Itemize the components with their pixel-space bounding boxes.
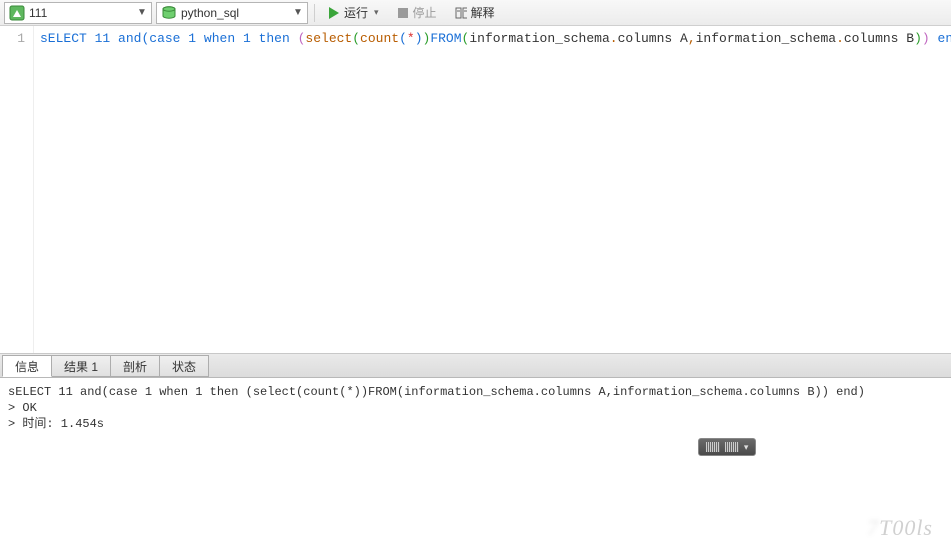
result-tabs: 信息 结果 1 剖析 状态 (0, 354, 951, 378)
run-button[interactable]: 运行 ▾ (321, 2, 386, 24)
database-icon (161, 5, 177, 21)
tab-result[interactable]: 结果 1 (51, 355, 111, 377)
database-value: python_sql (181, 6, 291, 20)
chevron-down-icon: ▾ (744, 442, 749, 453)
chevron-down-icon: ▼ (135, 7, 149, 18)
output-time: > 时间: 1.454s (8, 417, 104, 431)
stop-icon (397, 7, 409, 19)
stop-button[interactable]: 停止 (390, 2, 444, 24)
output-query: sELECT 11 and(case 1 when 1 then (select… (8, 385, 865, 399)
tab-status[interactable]: 状态 (159, 355, 209, 377)
output-panel[interactable]: sELECT 11 and(case 1 when 1 then (select… (0, 378, 951, 547)
line-number: 1 (0, 30, 25, 48)
database-selector[interactable]: python_sql ▼ (156, 2, 308, 24)
stop-label: 停止 (413, 4, 437, 21)
line-gutter: 1 (0, 26, 34, 353)
keyboard-icon (706, 442, 720, 452)
tab-profile[interactable]: 剖析 (110, 355, 160, 377)
explain-button[interactable]: 解释 (448, 2, 502, 24)
connection-selector[interactable]: 111 ▼ (4, 2, 152, 24)
chevron-down-icon: ▾ (374, 7, 379, 18)
explain-icon (455, 7, 467, 19)
tab-info[interactable]: 信息 (2, 355, 52, 377)
connection-icon (9, 5, 25, 21)
explain-label: 解释 (471, 4, 495, 21)
ime-toolbar[interactable]: ▾ (698, 438, 756, 456)
play-icon (328, 7, 340, 19)
toolbar: 111 ▼ python_sql ▼ 运行 ▾ 停止 解释 (0, 0, 951, 26)
keyboard-icon (725, 442, 739, 452)
output-status: > OK (8, 401, 37, 415)
sql-editor[interactable]: 1 sELECT 11 and(case 1 when 1 then (sele… (0, 26, 951, 354)
run-label: 运行 (344, 4, 368, 21)
chevron-down-icon: ▼ (291, 7, 305, 18)
code-content[interactable]: sELECT 11 and(case 1 when 1 then (select… (34, 26, 951, 353)
toolbar-separator (314, 4, 315, 22)
connection-value: 111 (29, 6, 135, 20)
